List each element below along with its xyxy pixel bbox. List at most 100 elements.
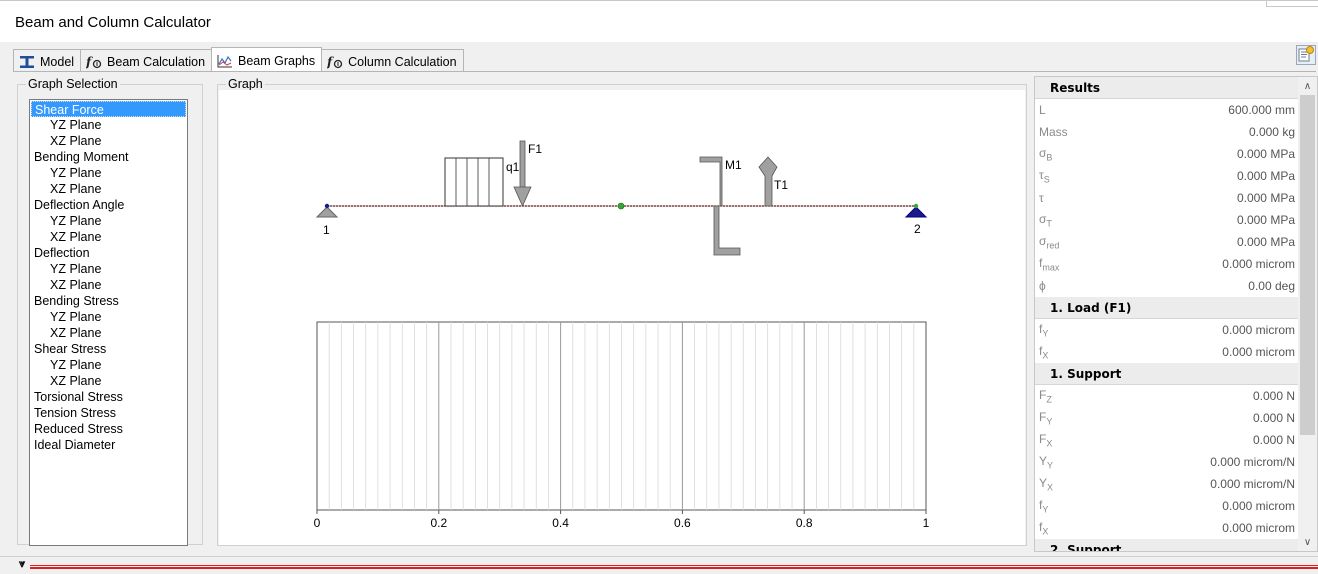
list-item[interactable]: Deflection — [31, 245, 186, 261]
result-row: fX 0.000 microm — [1035, 517, 1299, 539]
list-sub-item[interactable]: XZ Plane — [31, 325, 186, 341]
result-row: fY 0.000 microm — [1035, 495, 1299, 517]
list-sub-item[interactable]: YZ Plane — [31, 117, 186, 133]
list-sub-item[interactable]: YZ Plane — [31, 165, 186, 181]
results-header: Results — [1035, 77, 1299, 99]
support-2[interactable]: 2 — [904, 203, 928, 236]
moment-m1-label: M1 — [725, 158, 742, 172]
list-item[interactable]: Reduced Stress — [31, 421, 186, 437]
result-symbol: τ — [1039, 191, 1044, 205]
graph-area: 1 2 q1 F1 M1 T1 0 0.2 0.4 0.6 0.8 1 — [219, 90, 1025, 545]
result-subscript: T — [1046, 218, 1052, 229]
tab-beam-graphs[interactable]: Beam Graphs — [211, 47, 323, 71]
list-item[interactable]: Torsional Stress — [31, 389, 186, 405]
help-icon — [1298, 45, 1314, 65]
tab-column-calculation[interactable]: f Column Calculation — [321, 49, 464, 71]
result-row: FX 0.000 N — [1035, 429, 1299, 451]
midpoint-marker — [617, 202, 625, 210]
force-arrow-icon — [513, 186, 532, 207]
results-scrollbar[interactable]: ∧ ∨ — [1298, 77, 1317, 551]
result-row: FY 0.000 N — [1035, 407, 1299, 429]
list-item[interactable]: Bending Moment — [31, 149, 186, 165]
scroll-down-icon[interactable]: ∨ — [1298, 533, 1317, 551]
result-value: 0.000 MPa — [1236, 191, 1295, 205]
result-row: YY 0.000 microm/N — [1035, 451, 1299, 473]
list-sub-item[interactable]: YZ Plane — [31, 309, 186, 325]
result-subscript: X — [1047, 482, 1054, 493]
result-value: 0.000 N — [1252, 411, 1295, 425]
result-subscript: Y — [1042, 504, 1049, 515]
tab-beam-calculation[interactable]: f Beam Calculation — [80, 49, 213, 71]
result-label: L — [1039, 103, 1046, 117]
x-tick-label: 1 — [923, 516, 930, 530]
list-sub-item[interactable]: YZ Plane — [31, 213, 186, 229]
result-label: fmax — [1039, 256, 1059, 272]
list-sub-item[interactable]: XZ Plane — [31, 277, 186, 293]
scroll-up-icon[interactable]: ∧ — [1298, 77, 1317, 95]
result-row: fX 0.000 microm — [1035, 341, 1299, 363]
result-value: 0.000 N — [1252, 389, 1295, 403]
pin-support-icon — [315, 206, 339, 218]
load-q1-label: q1 — [506, 160, 520, 174]
i-beam-icon — [19, 55, 35, 68]
result-subscript: X — [1042, 350, 1049, 361]
tab-model[interactable]: Model — [13, 49, 82, 71]
support-1[interactable]: 1 — [315, 203, 339, 237]
result-label: σT — [1039, 212, 1052, 228]
list-item[interactable]: Shear Force — [31, 101, 186, 117]
list-item[interactable]: Ideal Diameter — [31, 437, 186, 453]
roller-support-icon — [904, 206, 928, 218]
distributed-load-q1[interactable]: q1 — [444, 157, 520, 207]
result-subscript: X — [1042, 526, 1049, 537]
result-row: τ 0.000 MPa — [1035, 187, 1299, 209]
result-value: 0.000 microm — [1222, 323, 1295, 337]
result-value: 0.00 deg — [1248, 279, 1295, 293]
support-1-label: 1 — [323, 223, 330, 237]
list-sub-item[interactable]: XZ Plane — [31, 181, 186, 197]
window-corner — [1266, 1, 1318, 7]
result-value: 0.000 microm — [1222, 499, 1295, 513]
result-value: 0.000 N — [1252, 433, 1295, 447]
tab-column-calculation-label: Column Calculation — [348, 54, 457, 69]
x-tick-label: 0.6 — [674, 516, 691, 530]
list-item[interactable]: Shear Stress — [31, 341, 186, 357]
status-bar: ⩔ — [0, 556, 1318, 574]
result-subscript: max — [1042, 262, 1060, 273]
result-value: 0.000 kg — [1248, 125, 1295, 139]
list-sub-item[interactable]: YZ Plane — [31, 357, 186, 373]
scroll-thumb[interactable] — [1300, 95, 1315, 435]
result-symbol: ϕ — [1039, 279, 1046, 293]
beam-model: 1 2 q1 F1 M1 T1 — [315, 140, 928, 256]
result-label: Mass — [1039, 125, 1068, 139]
list-item[interactable]: Tension Stress — [31, 405, 186, 421]
result-row: τS 0.000 MPa — [1035, 165, 1299, 187]
torque-t1[interactable]: T1 — [758, 156, 788, 207]
section-header-support-1: 1. Support — [1035, 363, 1299, 385]
result-row: ϕ 0.00 deg — [1035, 275, 1299, 297]
result-symbol: L — [1039, 103, 1046, 117]
plot: 0 0.2 0.4 0.6 0.8 1 — [314, 321, 930, 530]
result-subscript: Y — [1047, 460, 1054, 471]
results-panel[interactable]: Results L 600.000 mm Mass 0.000 kg σB 0.000 MP… — [1034, 76, 1318, 552]
tab-model-label: Model — [40, 54, 75, 69]
moment-lower-icon — [712, 205, 741, 256]
torque-t1-label: T1 — [774, 178, 788, 192]
list-sub-item[interactable]: XZ Plane — [31, 133, 186, 149]
list-sub-item[interactable]: YZ Plane — [31, 261, 186, 277]
result-row: Mass 0.000 kg — [1035, 121, 1299, 143]
result-row: fY 0.000 microm — [1035, 319, 1299, 341]
list-sub-item[interactable]: XZ Plane — [31, 229, 186, 245]
list-sub-item[interactable]: XZ Plane — [31, 373, 186, 389]
list-item[interactable]: Bending Stress — [31, 293, 186, 309]
result-row: FZ 0.000 N — [1035, 385, 1299, 407]
tab-beam-calculation-label: Beam Calculation — [107, 54, 206, 69]
result-label: τ — [1039, 191, 1044, 205]
result-subscript: B — [1046, 152, 1053, 163]
result-value: 600.000 mm — [1228, 103, 1295, 117]
graph-selection-list[interactable]: Shear Force YZ Plane XZ Plane Bending Momen… — [29, 99, 188, 546]
help-button[interactable] — [1296, 45, 1316, 65]
list-item[interactable]: Deflection Angle — [31, 197, 186, 213]
results-list: Results L 600.000 mm Mass 0.000 kg σB 0.000 MP… — [1035, 77, 1299, 551]
result-subscript: Y — [1042, 328, 1049, 339]
expand-chevron-icon[interactable]: ⩔ — [19, 558, 25, 571]
